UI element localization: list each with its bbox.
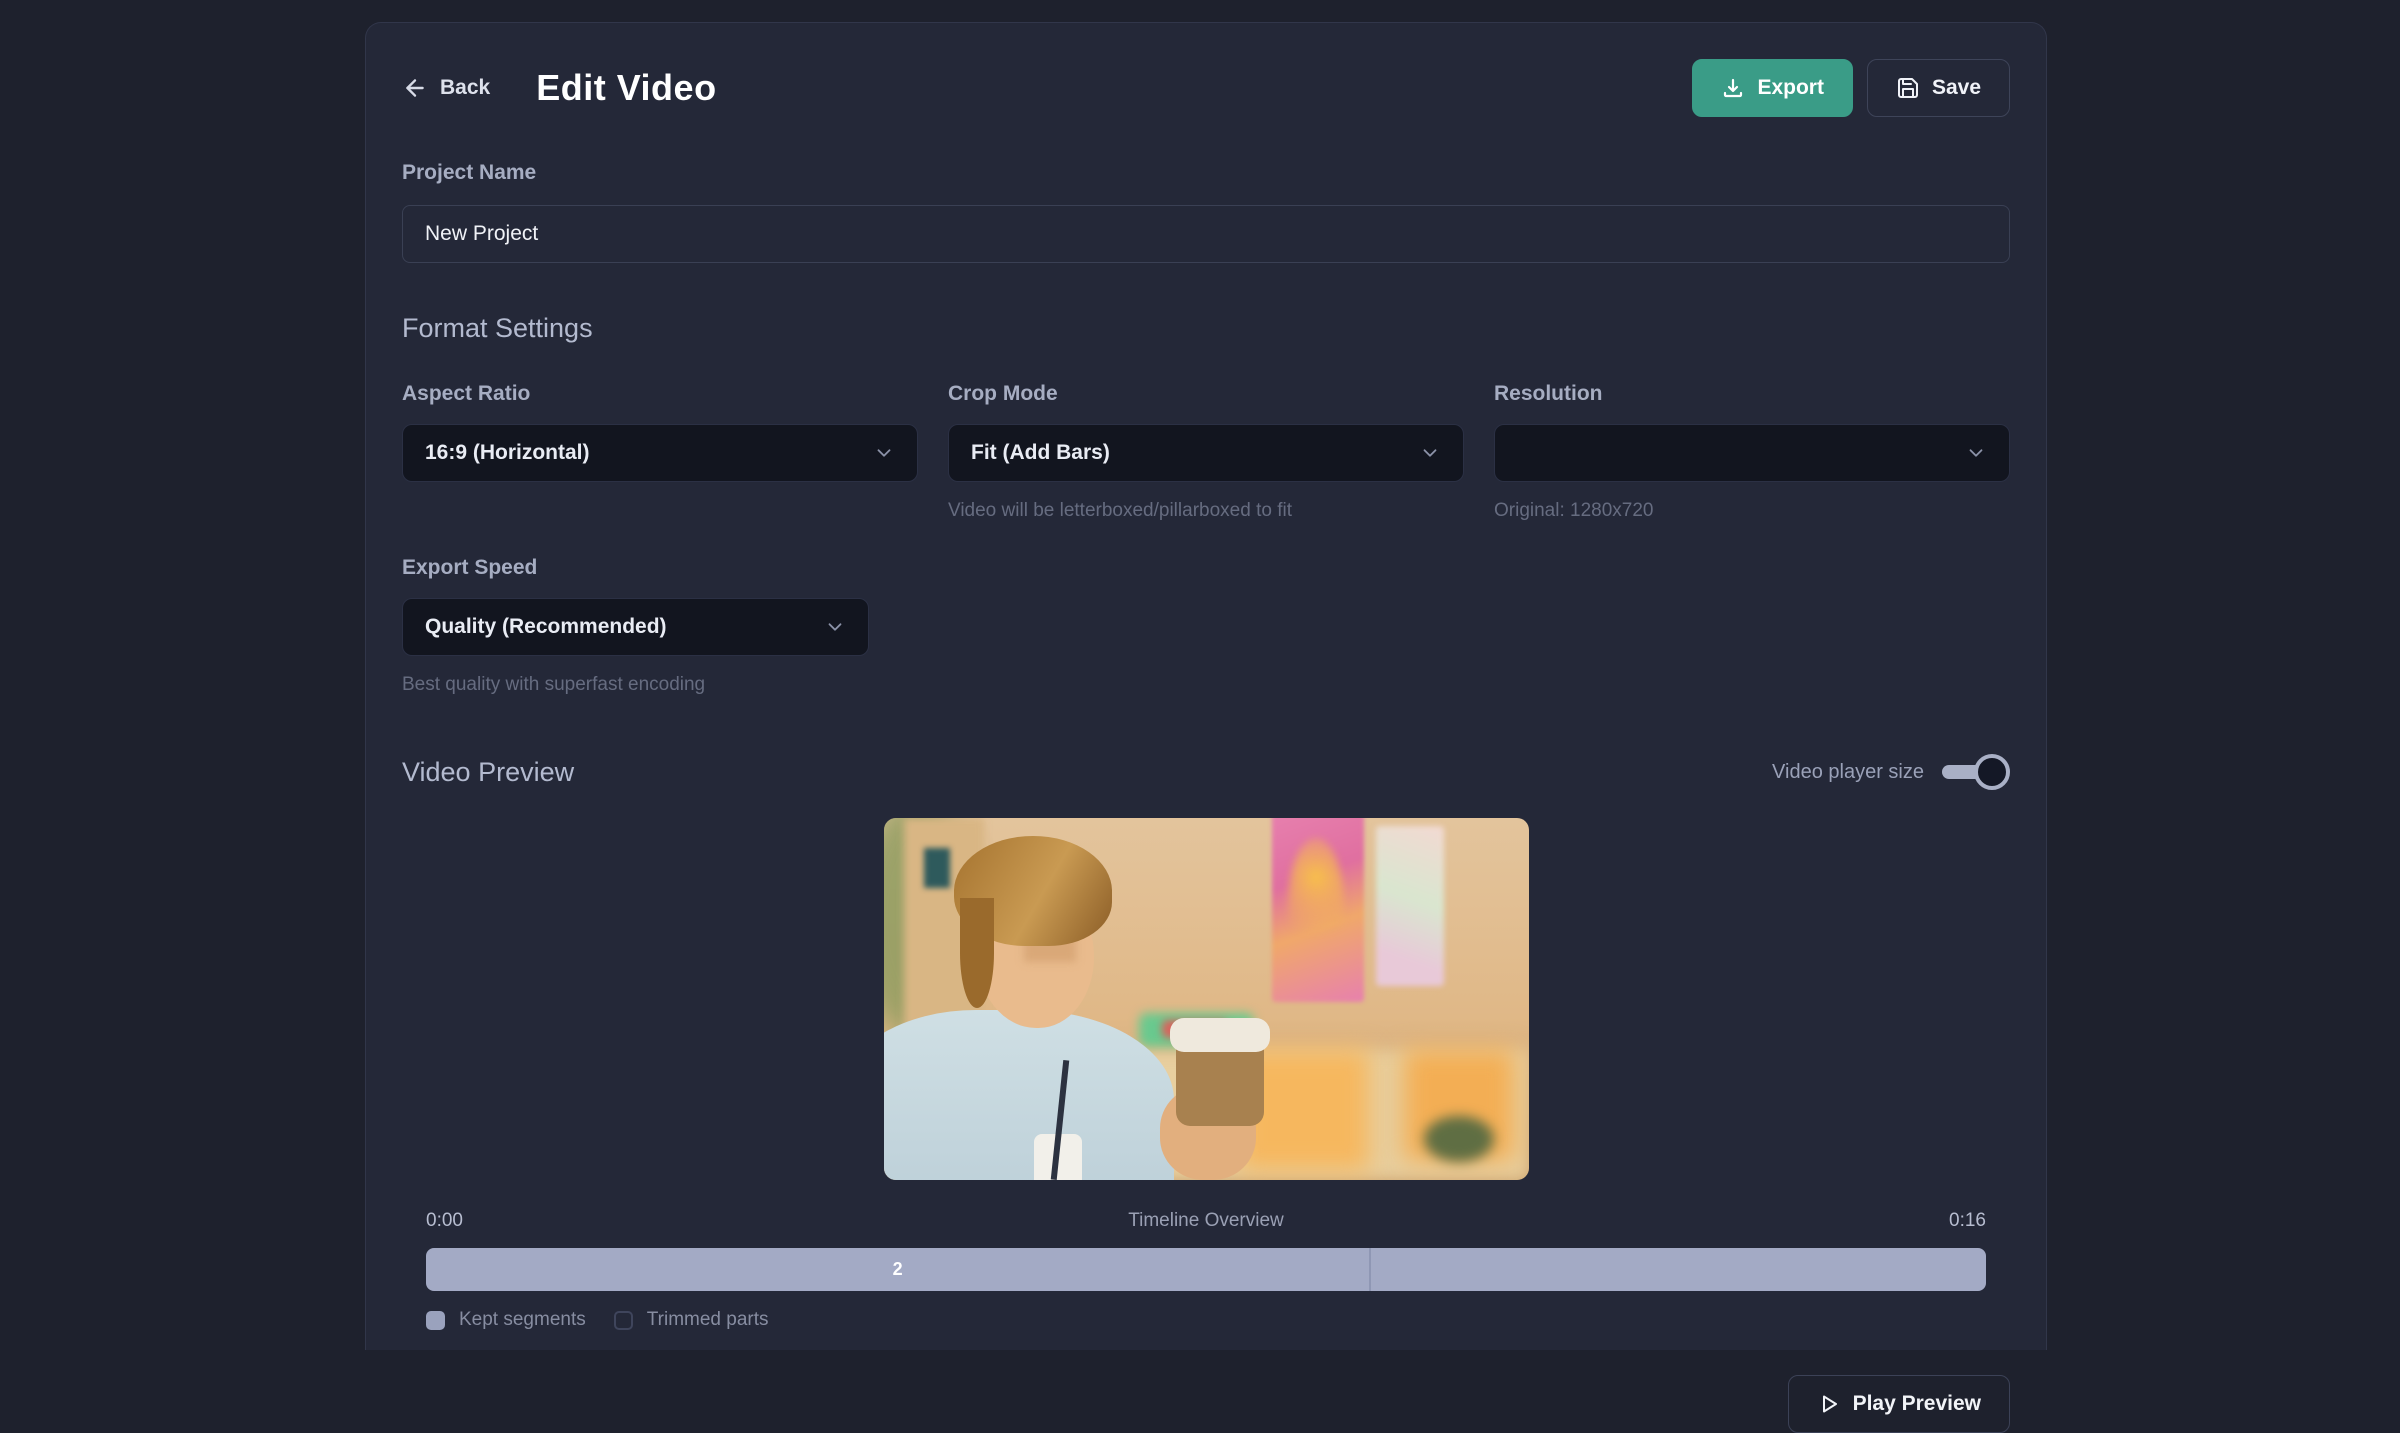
video-preview-header: Video Preview Video player size bbox=[402, 754, 2010, 790]
video-preview-area bbox=[402, 818, 2010, 1180]
export-speed-label: Export Speed bbox=[402, 556, 869, 580]
export-speed-select[interactable]: Quality (Recommended) bbox=[402, 598, 869, 656]
back-button[interactable]: Back bbox=[402, 75, 490, 101]
scene-coffee-cup bbox=[1176, 1040, 1264, 1126]
timeline-title: Timeline Overview bbox=[463, 1210, 1949, 1232]
resolution-field: Resolution Original: 1280x720 bbox=[1494, 382, 2010, 522]
crop-mode-label: Crop Mode bbox=[948, 382, 1464, 406]
player-size-slider[interactable] bbox=[1942, 754, 2010, 790]
save-icon bbox=[1896, 76, 1920, 100]
scene-banner-pattern bbox=[1288, 838, 1344, 968]
download-icon bbox=[1721, 76, 1745, 100]
footer: Play Preview bbox=[402, 1375, 2010, 1433]
aspect-ratio-value: 16:9 (Horizontal) bbox=[425, 441, 590, 465]
slider-thumb[interactable] bbox=[1974, 754, 2010, 790]
video-preview-heading: Video Preview bbox=[402, 757, 574, 788]
project-name-input[interactable] bbox=[402, 205, 2010, 263]
resolution-label: Resolution bbox=[1494, 382, 2010, 406]
scene-coffee-cup-lid bbox=[1170, 1018, 1270, 1052]
scene-shrub bbox=[1424, 1116, 1494, 1162]
play-preview-button[interactable]: Play Preview bbox=[1788, 1375, 2010, 1433]
aspect-ratio-field: Aspect Ratio 16:9 (Horizontal) bbox=[402, 382, 918, 522]
timeline-segment[interactable]: 2 bbox=[426, 1248, 1371, 1291]
project-name-label: Project Name bbox=[402, 161, 2010, 185]
timeline-segment[interactable] bbox=[1371, 1248, 1986, 1291]
arrow-left-icon bbox=[402, 75, 428, 101]
save-button[interactable]: Save bbox=[1867, 59, 2010, 117]
format-settings-grid: Aspect Ratio 16:9 (Horizontal) Crop Mode… bbox=[402, 382, 2010, 522]
timeline-labels: 0:00 Timeline Overview 0:16 bbox=[426, 1210, 1986, 1232]
trimmed-parts-label: Trimmed parts bbox=[647, 1309, 769, 1331]
export-label: Export bbox=[1757, 76, 1824, 100]
page-title: Edit Video bbox=[536, 67, 716, 109]
chevron-down-icon bbox=[824, 616, 846, 638]
video-frame[interactable] bbox=[884, 818, 1529, 1180]
aspect-ratio-label: Aspect Ratio bbox=[402, 382, 918, 406]
export-button[interactable]: Export bbox=[1692, 59, 1853, 117]
resolution-select[interactable] bbox=[1494, 424, 2010, 482]
crop-mode-value: Fit (Add Bars) bbox=[971, 441, 1110, 465]
scene-person-jacket bbox=[884, 1010, 1174, 1180]
format-settings-heading: Format Settings bbox=[402, 313, 2010, 344]
save-label: Save bbox=[1932, 76, 1981, 100]
trimmed-parts-swatch bbox=[614, 1311, 633, 1330]
play-icon bbox=[1817, 1392, 1841, 1416]
timeline-start-time: 0:00 bbox=[426, 1210, 463, 1232]
kept-segments-label: Kept segments bbox=[459, 1309, 586, 1331]
chevron-down-icon bbox=[1419, 442, 1441, 464]
player-size-label: Video player size bbox=[1772, 761, 1924, 784]
timeline-bar[interactable]: 2 bbox=[426, 1248, 1986, 1291]
play-preview-label: Play Preview bbox=[1853, 1392, 1981, 1416]
crop-mode-select[interactable]: Fit (Add Bars) bbox=[948, 424, 1464, 482]
aspect-ratio-select[interactable]: 16:9 (Horizontal) bbox=[402, 424, 918, 482]
chevron-down-icon bbox=[873, 442, 895, 464]
kept-segments-swatch bbox=[426, 1311, 445, 1330]
scene-banner bbox=[1376, 826, 1444, 986]
timeline-legend: Kept segments Trimmed parts bbox=[426, 1309, 1986, 1331]
timeline-segment-label: 2 bbox=[893, 1259, 903, 1280]
export-speed-value: Quality (Recommended) bbox=[425, 615, 667, 639]
player-size-control: Video player size bbox=[1772, 754, 2010, 790]
resolution-helper: Original: 1280x720 bbox=[1494, 500, 2010, 522]
scene-window bbox=[924, 848, 950, 888]
scene-person-hair bbox=[960, 898, 994, 1008]
export-speed-helper: Best quality with superfast encoding bbox=[402, 674, 869, 696]
timeline-section: 0:00 Timeline Overview 0:16 2 Kept segme… bbox=[402, 1210, 2010, 1331]
crop-mode-field: Crop Mode Fit (Add Bars) Video will be l… bbox=[948, 382, 1464, 522]
edit-video-panel: Back Edit Video Export Save Project Name… bbox=[365, 22, 2047, 1350]
export-speed-field: Export Speed Quality (Recommended) Best … bbox=[402, 556, 869, 696]
header: Back Edit Video Export Save bbox=[402, 57, 2010, 119]
back-label: Back bbox=[440, 76, 490, 100]
crop-mode-helper: Video will be letterboxed/pillarboxed to… bbox=[948, 500, 1464, 522]
timeline-end-time: 0:16 bbox=[1949, 1210, 1986, 1232]
chevron-down-icon bbox=[1965, 442, 1987, 464]
